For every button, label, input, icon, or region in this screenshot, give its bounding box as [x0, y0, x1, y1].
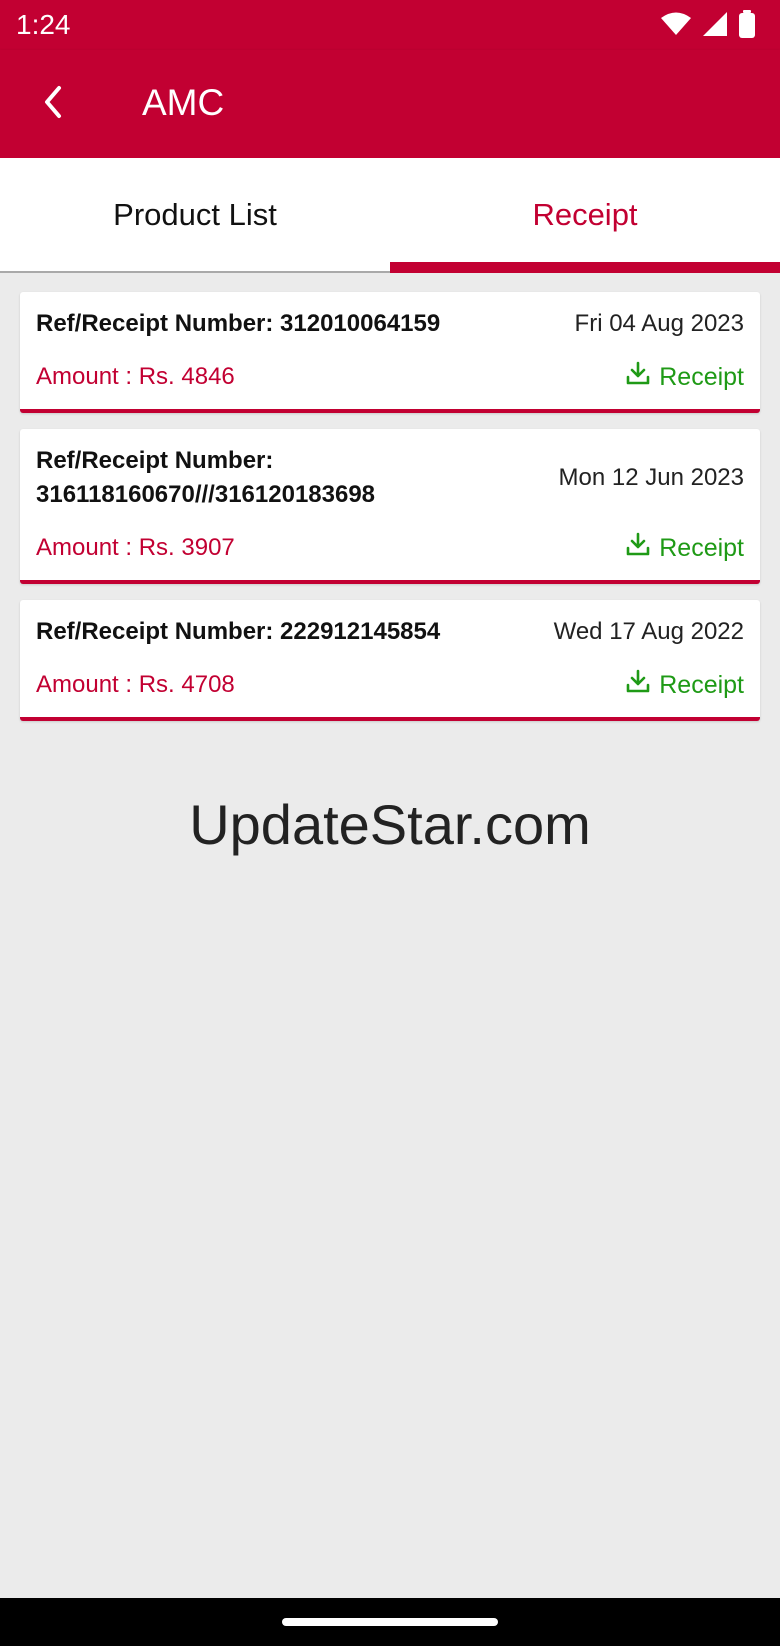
watermark-text: UpdateStar.com [189, 793, 591, 856]
receipt-date: Mon 12 Jun 2023 [558, 464, 744, 491]
tab-receipt[interactable]: Receipt [390, 158, 780, 271]
receipt-link-label: Receipt [659, 671, 744, 699]
receipt-link-label: Receipt [659, 534, 744, 562]
page-title: AMC [142, 82, 225, 123]
receipt-card: Ref/Receipt Number: 316118160670///31612… [20, 429, 760, 584]
system-nav-bar [0, 1598, 780, 1646]
receipt-download-button[interactable]: Receipt [625, 360, 744, 395]
download-icon [625, 360, 651, 395]
receipt-ref-number: Ref/Receipt Number: 312010064159 [36, 310, 441, 337]
tab-bar: Product List Receipt [0, 158, 780, 273]
receipt-ref-number-continued: 316118160670///316120183698 [36, 481, 376, 508]
home-gesture-handle[interactable] [282, 1618, 498, 1626]
receipt-date: Fri 04 Aug 2023 [574, 310, 744, 337]
receipt-card: Ref/Receipt Number: 312010064159 Fri 04 … [20, 292, 760, 413]
receipt-download-button[interactable]: Receipt [625, 531, 744, 566]
signal-icon [702, 11, 728, 42]
app-bar: AMC [0, 50, 780, 158]
receipt-amount: Amount : Rs. 4708 [36, 671, 235, 698]
battery-icon [738, 10, 756, 43]
back-button[interactable] [24, 74, 84, 134]
tab-product-list[interactable]: Product List [0, 158, 390, 271]
receipt-link-label: Receipt [659, 363, 744, 391]
receipt-ref-number: Ref/Receipt Number: [36, 447, 274, 474]
download-icon [625, 668, 651, 703]
receipt-ref-number: Ref/Receipt Number: 222912145854 [36, 618, 441, 645]
status-time: 1:24 [16, 9, 71, 40]
receipt-download-button[interactable]: Receipt [625, 668, 744, 703]
download-icon [625, 531, 651, 566]
receipt-date: Wed 17 Aug 2022 [553, 618, 744, 645]
status-icons [660, 10, 756, 43]
wifi-icon [660, 11, 692, 42]
status-bar: 1:24 [0, 0, 780, 50]
receipt-amount: Amount : Rs. 3907 [36, 534, 235, 561]
tab-selected-indicator [390, 262, 780, 273]
receipt-card: Ref/Receipt Number: 222912145854 Wed 17 … [20, 600, 760, 721]
chevron-left-icon [39, 84, 69, 125]
receipt-amount: Amount : Rs. 4846 [36, 363, 235, 390]
